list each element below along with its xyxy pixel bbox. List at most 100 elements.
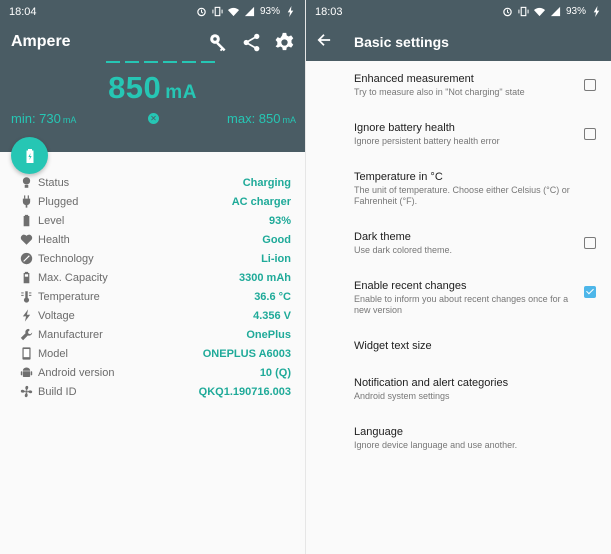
setting-subtitle: Android system settings (354, 391, 450, 401)
status-time: 18:03 (315, 5, 343, 18)
setting-subtitle: Ignore persistent battery health error (354, 136, 500, 146)
battery-charging-icon (26, 148, 33, 163)
bulb-icon (17, 176, 35, 190)
share-icon[interactable] (241, 32, 262, 53)
settings-gear-icon[interactable] (274, 32, 295, 53)
stat-row-level: Level 93% (0, 211, 305, 230)
setting-title: Temperature in °C (354, 171, 443, 183)
stat-label: Level (38, 214, 65, 227)
stat-label: Build ID (38, 385, 77, 398)
settings-title: Basic settings (354, 34, 449, 50)
vibrate-icon (212, 6, 223, 17)
app-toolbar: Ampere (0, 23, 305, 61)
battery-percent: 93% (259, 6, 280, 17)
battery-stats-list: Status Charging Plugged AC charger Level 93% H… (0, 173, 305, 401)
stat-value: 3300 mAh (239, 271, 291, 284)
stat-row-temperature: Temperature 36.6 °C (0, 287, 305, 306)
stat-value: 93% (268, 214, 291, 227)
stat-value: Good (262, 233, 291, 246)
app-title: Ampere (11, 33, 71, 50)
stat-value: QKQ1.190716.003 (198, 385, 291, 398)
stat-row-status: Status Charging (0, 173, 305, 192)
thermometer-icon (17, 290, 35, 304)
wifi-icon (533, 7, 545, 17)
fan-icon (17, 385, 35, 399)
stat-value: AC charger (231, 195, 291, 208)
heart-icon (17, 233, 35, 247)
back-arrow-icon[interactable] (317, 33, 331, 52)
stat-value: Charging (242, 176, 291, 189)
signal-icon (244, 6, 255, 17)
stat-row-android-version: Android version 10 (Q) (0, 363, 305, 382)
status-bar: 18:04 93% (0, 0, 305, 23)
android-icon (17, 366, 35, 380)
stat-row-plugged: Plugged AC charger (0, 192, 305, 211)
setting-checkbox-ignore-battery-health[interactable] (584, 128, 596, 140)
stat-row-manufacturer: Manufacturer OnePlus (0, 325, 305, 344)
reset-minmax-icon[interactable]: ✕ (148, 113, 159, 124)
setting-enhanced-measurement[interactable]: Enhanced measurement Try to measure also … (354, 73, 604, 98)
alarm-icon (197, 7, 206, 17)
battery-fab-button[interactable] (11, 137, 48, 174)
vibrate-icon (518, 6, 529, 17)
setting-enable-recent-changes[interactable]: Enable recent changes Enable to inform yo… (354, 280, 604, 316)
phone-icon (17, 347, 35, 361)
setting-subtitle: Enable to inform you about recent change… (354, 294, 569, 315)
technology-icon (17, 252, 35, 266)
stat-value: Li-ion (261, 252, 291, 265)
setting-widget-text-size[interactable]: Widget text size (354, 340, 604, 352)
stat-row-health: Health Good (0, 230, 305, 249)
current-reading: 850 mA (0, 70, 305, 106)
status-bar: 18:03 93% (306, 0, 611, 23)
stat-value: 36.6 °C (254, 290, 291, 303)
max-current: max: 850 mA (227, 111, 296, 126)
stat-label: Health (38, 233, 70, 246)
settings-toolbar: Basic settings (306, 23, 611, 61)
setting-title: Enhanced measurement (354, 73, 474, 85)
stat-label: Max. Capacity (38, 271, 108, 284)
wrench-icon (17, 328, 35, 342)
stat-label: Plugged (38, 195, 79, 208)
setting-notification-and-alert-categories[interactable]: Notification and alert categories Android… (354, 377, 604, 402)
key-icon[interactable] (208, 32, 229, 53)
setting-subtitle: Ignore device language and use another. (354, 440, 518, 450)
charging-icon (593, 6, 600, 17)
stat-label: Android version (38, 366, 115, 379)
wifi-icon (227, 7, 239, 17)
current-value: 850 (108, 70, 162, 105)
stat-row-max-capacity: Max. Capacity 3300 mAh (0, 268, 305, 287)
stat-value: 4.356 V (253, 309, 291, 322)
battery-percent: 93% (565, 6, 586, 17)
setting-checkbox-dark-theme[interactable] (584, 237, 596, 249)
stat-value: 10 (Q) (259, 366, 291, 379)
setting-title: Dark theme (354, 231, 411, 243)
battery-icon (17, 214, 35, 228)
charging-icon (287, 6, 294, 17)
plug-icon (17, 195, 35, 209)
setting-title: Notification and alert categories (354, 377, 509, 389)
setting-temperature-in-c[interactable]: Temperature in °C The unit of temperature… (354, 171, 604, 207)
alarm-icon (503, 7, 512, 17)
setting-language[interactable]: Language Ignore device language and use a… (354, 426, 604, 451)
signal-icon (550, 6, 561, 17)
current-graph-dashes (106, 61, 215, 63)
stat-row-model: Model ONEPLUS A6003 (0, 344, 305, 363)
setting-title: Enable recent changes (354, 280, 467, 292)
bolt-icon (17, 309, 35, 323)
setting-subtitle: Use dark colored theme. (354, 245, 453, 255)
stat-label: Voltage (38, 309, 75, 322)
min-current: min: 730 mA (11, 111, 77, 126)
setting-checkbox-enable-recent-changes[interactable] (584, 286, 596, 298)
stat-label: Model (38, 347, 68, 360)
setting-dark-theme[interactable]: Dark theme Use dark colored theme. (354, 231, 604, 256)
setting-checkbox-enhanced-measurement[interactable] (584, 79, 596, 91)
stat-label: Status (38, 176, 70, 189)
stat-value: OnePlus (246, 328, 291, 341)
setting-subtitle: Try to measure also in "Not charging" st… (354, 87, 525, 97)
current-unit: mA (165, 82, 197, 103)
status-time: 18:04 (9, 5, 37, 18)
setting-title: Language (354, 426, 403, 438)
stat-value: ONEPLUS A6003 (202, 347, 291, 360)
setting-ignore-battery-health[interactable]: Ignore battery health Ignore persistent b… (354, 122, 604, 147)
stat-label: Temperature (38, 290, 100, 303)
